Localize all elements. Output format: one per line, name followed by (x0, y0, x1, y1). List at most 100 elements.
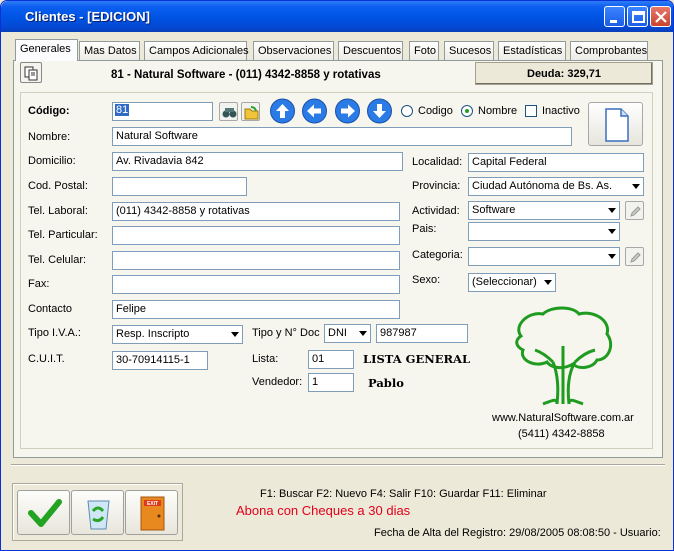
tel-particular-label: Tel. Particular: (28, 229, 98, 241)
arrow-right-icon (335, 98, 360, 124)
fax-label: Fax: (28, 278, 50, 290)
fax-field[interactable] (112, 275, 400, 294)
nombre-label: Nombre: (28, 131, 71, 143)
title-bar[interactable]: Clientes - [EDICION] (1, 1, 673, 32)
cp-field[interactable] (112, 177, 247, 196)
tab-sucesos[interactable]: Sucesos (444, 41, 494, 60)
nro-doc-field[interactable]: 987987 (376, 324, 468, 343)
tipo-doc-select[interactable]: DNI (324, 324, 371, 343)
order-codigo-label: Codigo (418, 105, 453, 117)
provincia-select[interactable]: Ciudad Autónoma de Bs. As. (468, 177, 644, 196)
lista-name: LISTA GENERAL (363, 352, 471, 366)
order-codigo-radio[interactable] (401, 105, 413, 117)
new-document-button[interactable] (588, 102, 643, 146)
exit-button[interactable]: EXIT (125, 490, 178, 535)
tel-celular-label: Tel. Celular: (28, 254, 87, 266)
tipo-iva-label: Tipo I.V.A.: (28, 327, 81, 339)
tab-label: Comprobantes (575, 45, 648, 57)
open-folder-button[interactable] (241, 102, 260, 121)
codigo-label: Código: (28, 105, 70, 117)
categoria-select[interactable] (468, 247, 620, 266)
contacto-label: Contacto (28, 303, 73, 315)
chevron-down-icon (603, 202, 619, 219)
accept-button[interactable] (17, 490, 70, 535)
order-nombre-label: Nombre (478, 105, 518, 117)
inactivo-checkbox[interactable] (525, 105, 537, 117)
tab-label: Campos Adicionales (149, 45, 249, 57)
tab-label: Generales (20, 43, 71, 55)
phone-text: (5411) 4342-8858 (518, 428, 605, 440)
actividad-edit-button[interactable] (625, 201, 644, 220)
tab-descuentos[interactable]: Descuentos (338, 41, 403, 60)
localidad-field[interactable]: Capital Federal (468, 153, 644, 172)
categoria-edit-button[interactable] (625, 247, 644, 266)
tipo-iva-select[interactable]: Resp. Inscripto (112, 325, 243, 344)
tab-estadisticas[interactable]: Estadísticas (498, 41, 566, 60)
order-nombre-radio[interactable] (461, 105, 473, 117)
nombre-field[interactable]: Natural Software (112, 127, 572, 146)
chevron-down-icon (627, 178, 643, 195)
lista-field[interactable]: 01 (308, 350, 354, 369)
sexo-value: (Seleccionar) (472, 276, 537, 288)
sexo-select[interactable]: (Seleccionar) (468, 273, 556, 292)
binoculars-icon (222, 108, 237, 118)
tel-laboral-label: Tel. Laboral: (28, 205, 88, 217)
actividad-select[interactable]: Software (468, 201, 620, 220)
categoria-label: Categoria: (412, 249, 463, 261)
minimize-button[interactable] (604, 6, 625, 27)
checkmark-icon (28, 499, 62, 527)
bottom-divider (11, 464, 665, 466)
tab-mas-datos[interactable]: Mas Datos (79, 41, 140, 60)
cuit-label: C.U.I.T. (28, 353, 65, 365)
domicilio-label: Domicilio: (28, 155, 76, 167)
tel-particular-field[interactable] (112, 226, 400, 245)
tab-observaciones[interactable]: Observaciones (253, 41, 334, 60)
domicilio-field[interactable]: Av. Rivadavia 842 (112, 152, 403, 171)
tab-comprobantes[interactable]: Comprobantes (570, 41, 648, 60)
maximize-button[interactable] (627, 6, 648, 27)
tab-campos-adicionales[interactable]: Campos Adicionales (144, 41, 249, 60)
nav-prev-button[interactable] (301, 98, 328, 124)
payment-warning: Abona con Cheques a 30 dias (236, 503, 411, 518)
nav-first-button[interactable] (269, 98, 296, 124)
tipo-iva-value: Resp. Inscripto (116, 328, 190, 340)
pencil-icon (630, 252, 641, 263)
sexo-label: Sexo: (412, 274, 441, 286)
tel-celular-field[interactable] (112, 251, 400, 270)
contacto-field[interactable]: Felipe (112, 300, 400, 319)
tab-generales[interactable]: Generales (15, 39, 78, 61)
copy-icon (24, 66, 38, 81)
chevron-down-icon (603, 248, 619, 265)
tipo-doc-value: DNI (328, 327, 347, 339)
vendedor-field[interactable]: 1 (308, 373, 354, 392)
svg-text:EXIT: EXIT (147, 501, 158, 507)
tab-label: Descuentos (343, 45, 402, 57)
website-text: www.NaturalSoftware.com.ar (492, 412, 634, 424)
cp-label: Cod. Postal: (28, 180, 88, 192)
chevron-down-icon (539, 274, 555, 291)
provincia-label: Provincia: (412, 180, 461, 192)
nav-next-button[interactable] (334, 98, 361, 124)
pais-select[interactable] (468, 222, 620, 241)
codigo-field[interactable]: 81 (112, 102, 213, 121)
arrow-down-icon (367, 98, 392, 124)
chevron-down-icon (603, 223, 619, 240)
tab-label: Mas Datos (84, 45, 137, 57)
folder-icon (244, 106, 259, 120)
actividad-value: Software (472, 204, 516, 216)
copy-button[interactable] (20, 62, 42, 83)
close-button[interactable] (650, 6, 671, 27)
tab-foto[interactable]: Foto (409, 41, 439, 60)
vendedor-label: Vendedor: (252, 376, 303, 388)
vendedor-name: Pablo (368, 376, 404, 390)
recycle-bin-icon (87, 500, 110, 530)
search-code-button[interactable] (219, 102, 238, 121)
delete-button[interactable] (71, 490, 124, 535)
nav-last-button[interactable] (366, 98, 393, 124)
cuit-field[interactable]: 30-70914115-1 (112, 351, 208, 370)
window-title: Clientes - [EDICION] (25, 9, 150, 24)
tel-laboral-field[interactable]: (011) 4342-8858 y rotativas (112, 202, 400, 221)
natural-software-tree-logo (515, 306, 613, 406)
chevron-down-icon (354, 325, 370, 342)
localidad-label: Localidad: (412, 156, 463, 168)
